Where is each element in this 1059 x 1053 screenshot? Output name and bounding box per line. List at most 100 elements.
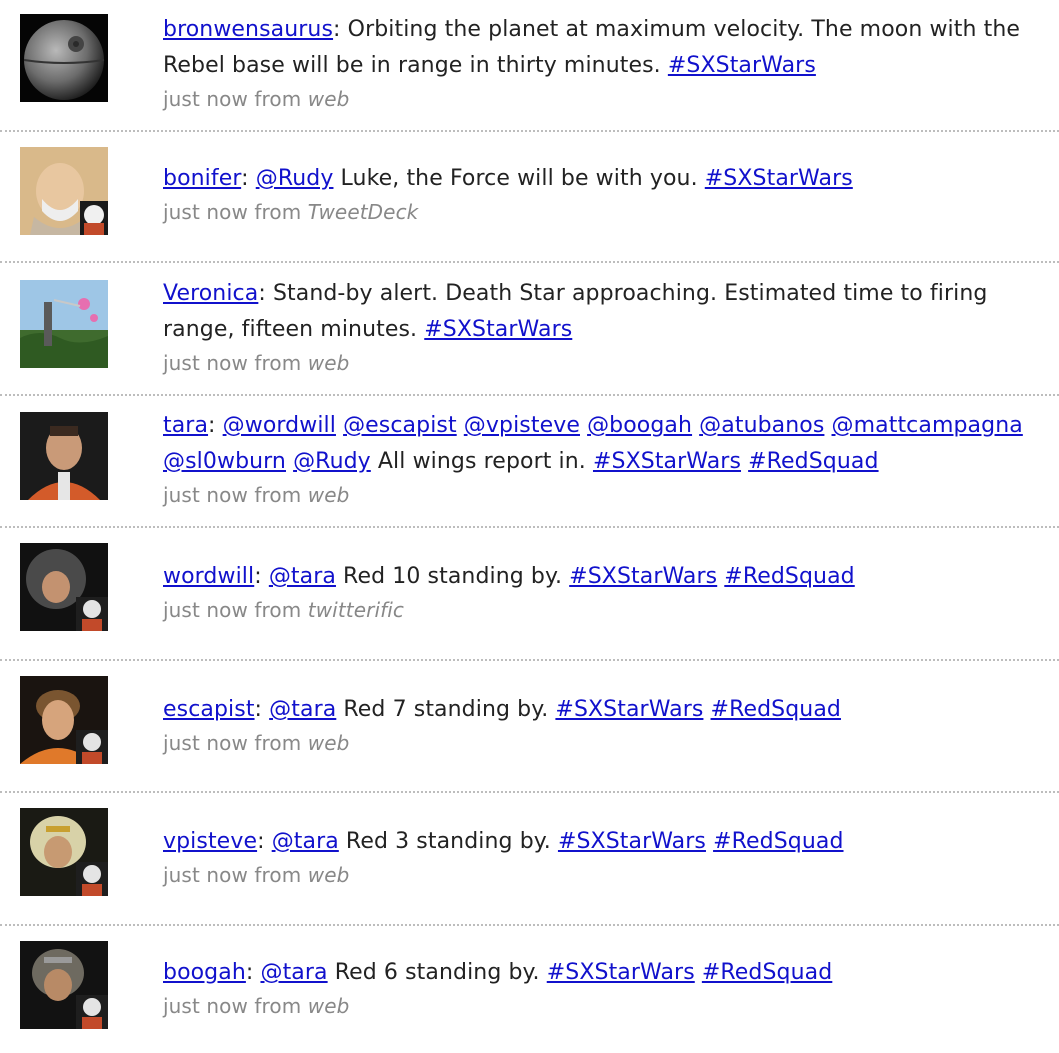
tweet-meta: just now from web [163, 862, 1055, 888]
hashtag-link[interactable]: #SXStarWars [668, 53, 816, 78]
tweet-body: boogah: @tara Red 6 standing by. #SXStar… [163, 955, 1055, 1019]
source-label: twitterific [307, 598, 404, 622]
mention-link[interactable]: @vpisteve [464, 413, 580, 438]
hashtag-link[interactable]: #RedSquad [711, 697, 841, 722]
avatar[interactable] [20, 543, 108, 631]
hashtag-link[interactable]: #SXStarWars [555, 697, 703, 722]
tweet-item: bronwensaurus: Orbiting the planet at ma… [0, 0, 1059, 120]
username-link[interactable]: bonifer [163, 166, 241, 191]
tweet-text-segment [695, 960, 702, 985]
avatar[interactable] [20, 941, 108, 1029]
tweet-text-segment: : Stand-by alert. Death Star approaching… [163, 281, 988, 342]
mention-link[interactable]: @mattcampagna [832, 413, 1023, 438]
timestamp: just now from [163, 994, 308, 1018]
mention-link[interactable]: @sl0wburn [163, 449, 286, 474]
tweet-text: escapist: @tara Red 7 standing by. #SXSt… [163, 692, 1055, 728]
source-label: TweetDeck [307, 200, 419, 224]
avatar[interactable] [20, 676, 108, 764]
divider [0, 924, 1059, 926]
tweet-text-segment: Red 3 standing by. [338, 829, 558, 854]
mention-link[interactable]: @Rudy [256, 166, 334, 191]
tweet-item: Veronica: Stand-by alert. Death Star app… [0, 266, 1059, 386]
mention-link[interactable]: @tara [260, 960, 327, 985]
avatar[interactable] [20, 147, 108, 235]
tweet-meta: just now from twitterific [163, 597, 1055, 623]
tweet-item: escapist: @tara Red 7 standing by. #SXSt… [0, 664, 1059, 784]
hashtag-link[interactable]: #SXStarWars [705, 166, 853, 191]
tweet-text-segment [336, 413, 343, 438]
hashtag-link[interactable]: #SXStarWars [569, 564, 717, 589]
tweet-text-segment [457, 413, 464, 438]
tweet-body: bronwensaurus: Orbiting the planet at ma… [163, 12, 1055, 112]
tweet-text: Veronica: Stand-by alert. Death Star app… [163, 276, 1055, 348]
hashtag-link[interactable]: #SXStarWars [547, 960, 695, 985]
timestamp: just now from [163, 598, 308, 622]
divider [0, 130, 1059, 132]
hashtag-link[interactable]: #SXStarWars [593, 449, 741, 474]
hashtag-link[interactable]: #RedSquad [724, 564, 854, 589]
avatar[interactable] [20, 412, 108, 500]
username-link[interactable]: boogah [163, 960, 246, 985]
tweet-text-segment: Red 7 standing by. [336, 697, 556, 722]
source-label: web [307, 87, 350, 111]
timestamp: just now from [163, 863, 308, 887]
tweet-meta: just now from web [163, 993, 1055, 1019]
source-label: web [307, 483, 350, 507]
tweet-text-segment: : [257, 829, 272, 854]
tweet-item: wordwill: @tara Red 10 standing by. #SXS… [0, 531, 1059, 651]
username-link[interactable]: bronwensaurus [163, 17, 333, 42]
mention-link[interactable]: @wordwill [223, 413, 336, 438]
hashtag-link[interactable]: #RedSquad [713, 829, 843, 854]
mention-link[interactable]: @tara [269, 697, 336, 722]
tweet-text-segment: Red 10 standing by. [335, 564, 570, 589]
hashtag-link[interactable]: #SXStarWars [558, 829, 706, 854]
divider [0, 526, 1059, 528]
tweet-body: escapist: @tara Red 7 standing by. #SXSt… [163, 692, 1055, 756]
mention-link[interactable]: @atubanos [699, 413, 824, 438]
timestamp: just now from [163, 731, 308, 755]
timestamp: just now from [163, 87, 308, 111]
timestamp: just now from [163, 200, 308, 224]
username-link[interactable]: escapist [163, 697, 255, 722]
mention-link[interactable]: @tara [269, 564, 336, 589]
tweet-item: vpisteve: @tara Red 3 standing by. #SXSt… [0, 796, 1059, 916]
username-link[interactable]: vpisteve [163, 829, 257, 854]
avatar[interactable] [20, 14, 108, 102]
divider [0, 261, 1059, 263]
hashtag-link[interactable]: #SXStarWars [424, 317, 572, 342]
avatar[interactable] [20, 280, 108, 368]
tweet-text-segment: : [241, 166, 256, 191]
tweet-text: wordwill: @tara Red 10 standing by. #SXS… [163, 559, 1055, 595]
tweet-text-segment [580, 413, 587, 438]
hashtag-link[interactable]: #RedSquad [748, 449, 878, 474]
tweet-text-segment [286, 449, 293, 474]
tweet-text: boogah: @tara Red 6 standing by. #SXStar… [163, 955, 1055, 991]
tweet-body: wordwill: @tara Red 10 standing by. #SXS… [163, 559, 1055, 623]
avatar[interactable] [20, 808, 108, 896]
tweet-meta: just now from web [163, 350, 1055, 376]
tweet-text-segment: Luke, the Force will be with you. [333, 166, 705, 191]
mention-link[interactable]: @Rudy [293, 449, 371, 474]
tweet-item: tara: @wordwill @escapist @vpisteve @boo… [0, 400, 1059, 520]
mention-link[interactable]: @tara [272, 829, 339, 854]
divider [0, 659, 1059, 661]
mention-link[interactable]: @boogah [587, 413, 692, 438]
tweet-item: bonifer: @Rudy Luke, the Force will be w… [0, 135, 1059, 255]
tweet-text-segment: All wings report in. [370, 449, 593, 474]
tweet-body: vpisteve: @tara Red 3 standing by. #SXSt… [163, 824, 1055, 888]
tweet-body: Veronica: Stand-by alert. Death Star app… [163, 276, 1055, 376]
divider [0, 394, 1059, 396]
tweet-text: vpisteve: @tara Red 3 standing by. #SXSt… [163, 824, 1055, 860]
tweet-meta: just now from web [163, 730, 1055, 756]
username-link[interactable]: Veronica [163, 281, 258, 306]
mention-link[interactable]: @escapist [343, 413, 457, 438]
tweet-meta: just now from web [163, 482, 1055, 508]
timestamp: just now from [163, 483, 308, 507]
username-link[interactable]: tara [163, 413, 208, 438]
source-label: web [307, 731, 350, 755]
tweet-meta: just now from web [163, 86, 1055, 112]
tweet-meta: just now from TweetDeck [163, 199, 1055, 225]
username-link[interactable]: wordwill [163, 564, 254, 589]
hashtag-link[interactable]: #RedSquad [702, 960, 832, 985]
timestamp: just now from [163, 351, 308, 375]
